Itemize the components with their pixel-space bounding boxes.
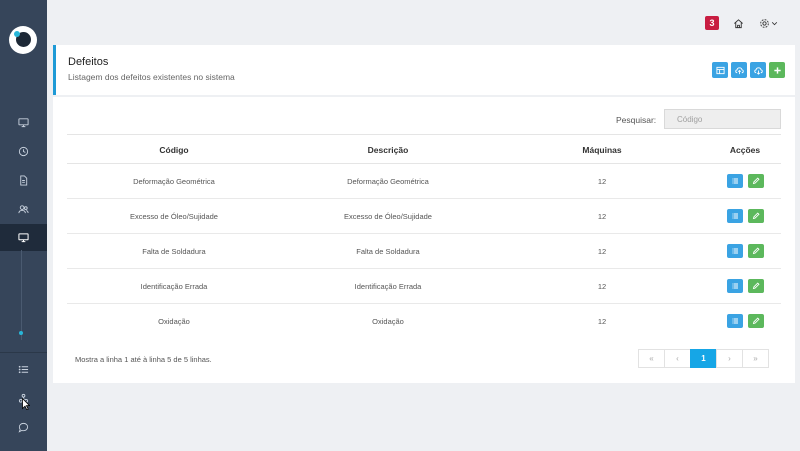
home-button[interactable]	[733, 16, 744, 30]
cell-maquinas: 12	[597, 316, 607, 326]
pencil-icon	[752, 282, 760, 290]
cell-codigo: Identificação Errada	[140, 281, 208, 291]
list-icon	[18, 365, 29, 373]
column-header-descricao[interactable]: Descrição	[281, 135, 495, 165]
defects-panel: Pesquisar: Código Descrição Máquinas Acç…	[53, 97, 795, 383]
pencil-icon	[752, 247, 760, 255]
sidebar-item-history[interactable]	[0, 139, 47, 163]
cell-codigo: Oxidação	[158, 316, 190, 326]
document-icon	[20, 174, 28, 186]
table-header: Código Descrição Máquinas Acções	[67, 134, 781, 164]
pencil-icon	[752, 177, 760, 185]
cloud-download-icon	[753, 66, 763, 75]
cell-codigo: Excesso de Óleo/Sujidade	[130, 211, 218, 221]
cell-maquinas: 12	[597, 176, 607, 186]
cell-descricao: Deformação Geométrica	[347, 176, 429, 186]
page-title: Defeitos	[68, 56, 109, 68]
cell-actions	[709, 199, 781, 233]
upload-button[interactable]	[731, 62, 747, 78]
table-row: Deformação Geométrica Deformação Geométr…	[67, 164, 781, 199]
details-button[interactable]	[726, 174, 743, 188]
chat-icon	[18, 422, 29, 433]
cell-maquinas: 12	[597, 211, 607, 221]
download-button[interactable]	[750, 62, 766, 78]
page-first-button[interactable]: «	[638, 349, 665, 368]
list-icon	[731, 248, 738, 254]
sidebar-item-monitor[interactable]	[0, 110, 47, 134]
add-defect-button[interactable]	[769, 62, 785, 78]
monitor-icon	[18, 117, 29, 127]
sidebar-item-documents[interactable]	[0, 168, 47, 192]
table-icon	[715, 66, 725, 74]
mouse-cursor-icon	[22, 398, 30, 410]
columns-button[interactable]	[712, 62, 728, 78]
page-last-button[interactable]: »	[742, 349, 769, 368]
submenu-indicator	[19, 331, 23, 335]
details-button[interactable]	[726, 209, 743, 223]
clock-icon	[18, 146, 29, 156]
page-1-button[interactable]: 1	[690, 349, 717, 368]
settings-dropdown[interactable]	[759, 16, 778, 30]
cell-descricao: Excesso de Óleo/Sujidade	[344, 211, 432, 221]
table-row: Identificação Errada Identificação Errad…	[67, 269, 781, 304]
list-icon	[731, 318, 738, 324]
cell-actions	[709, 234, 781, 268]
sidebar-divider	[0, 352, 47, 353]
details-button[interactable]	[726, 314, 743, 328]
users-icon	[18, 204, 29, 213]
sidebar-item-chat[interactable]	[0, 415, 47, 439]
pagination: « ‹ 1 › »	[638, 349, 769, 368]
search-label: Pesquisar:	[616, 115, 657, 125]
app-logo[interactable]	[9, 26, 37, 54]
details-button[interactable]	[726, 279, 743, 293]
cell-descricao: Oxidação	[372, 316, 404, 326]
cloud-upload-icon	[734, 66, 744, 74]
gear-icon	[760, 18, 769, 28]
monitor-active-icon	[18, 233, 29, 243]
cell-codigo: Falta de Soldadura	[142, 246, 206, 256]
cell-maquinas: 12	[597, 281, 607, 291]
pencil-icon	[752, 317, 760, 325]
table-row: Oxidação Oxidação 12	[67, 304, 781, 339]
details-button[interactable]	[726, 244, 743, 258]
plus-icon	[773, 66, 781, 74]
column-header-maquinas[interactable]: Máquinas	[495, 135, 709, 165]
search-input[interactable]	[664, 109, 781, 129]
list-icon	[731, 213, 738, 219]
sidebar-item-list[interactable]	[0, 357, 47, 381]
cell-codigo: Deformação Geométrica	[133, 176, 215, 186]
cell-actions	[709, 269, 781, 303]
column-header-accoes: Acções	[729, 145, 761, 155]
table-row: Falta de Soldadura Falta de Soldadura 12	[67, 234, 781, 269]
edit-button[interactable]	[747, 209, 764, 223]
sidebar-item-defects[interactable]	[0, 224, 47, 251]
pencil-icon	[752, 212, 760, 220]
page-header: Defeitos Listagem dos defeitos existente…	[53, 45, 795, 95]
submenu-track	[21, 250, 22, 340]
defects-table: Código Descrição Máquinas Acções Deforma…	[67, 134, 781, 339]
cell-actions	[709, 164, 781, 198]
cell-actions	[709, 304, 781, 338]
page-prev-button[interactable]: ‹	[664, 349, 691, 368]
sidebar	[0, 0, 47, 451]
edit-button[interactable]	[747, 314, 764, 328]
pagination-summary: Mostra a linha 1 até à linha 5 de 5 linh…	[75, 355, 212, 364]
cell-descricao: Identificação Errada	[354, 281, 422, 291]
table-row: Excesso de Óleo/Sujidade Excesso de Óleo…	[67, 199, 781, 234]
notification-badge[interactable]: 3	[705, 16, 719, 30]
chevron-down-icon	[771, 21, 778, 25]
cell-descricao: Falta de Soldadura	[356, 246, 420, 256]
list-icon	[731, 283, 738, 289]
column-header-codigo[interactable]: Código	[67, 135, 281, 165]
cell-maquinas: 12	[597, 246, 607, 256]
list-icon	[731, 178, 738, 184]
home-icon	[734, 18, 743, 28]
edit-button[interactable]	[747, 244, 764, 258]
edit-button[interactable]	[747, 174, 764, 188]
page-subtitle: Listagem dos defeitos existentes no sist…	[68, 72, 235, 82]
page-next-button[interactable]: ›	[716, 349, 743, 368]
edit-button[interactable]	[747, 279, 764, 293]
sidebar-item-users[interactable]	[0, 197, 47, 221]
